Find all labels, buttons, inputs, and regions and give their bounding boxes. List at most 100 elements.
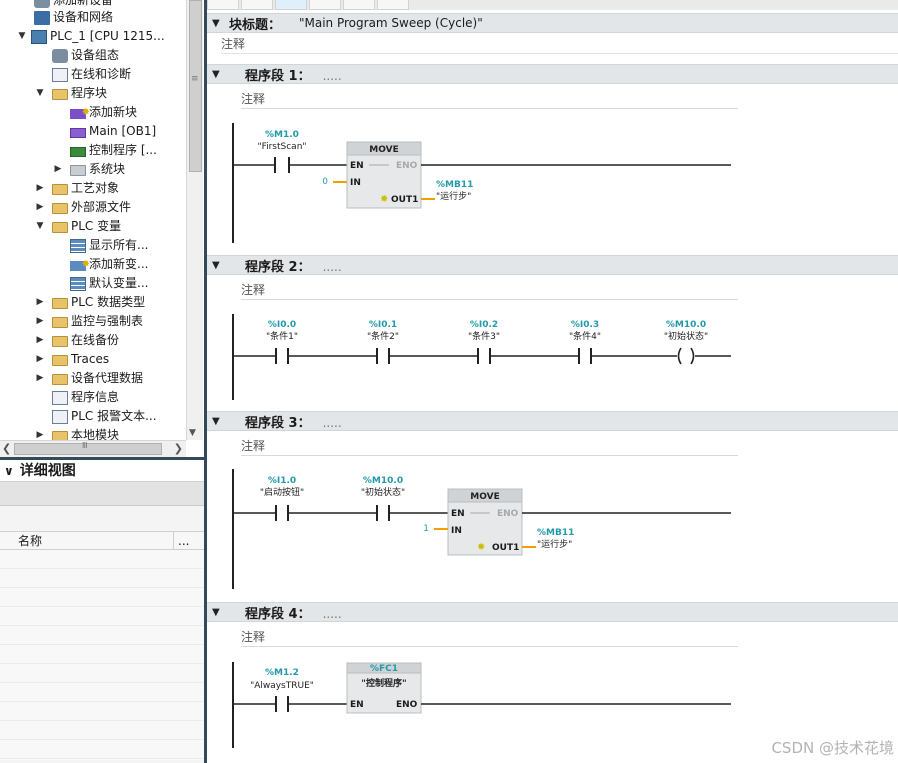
tree-item-program-blocks[interactable]: ▼ 程序块 [34,84,107,103]
out-address[interactable]: %MB11 [436,180,473,190]
contact-address[interactable]: %M10.0 [363,476,403,486]
expand-arrow-icon[interactable]: ▶ [52,160,64,179]
network-3-comment[interactable]: 注释 [241,436,738,456]
tree-vertical-scrollbar[interactable]: ≡ ▼ [186,0,203,440]
tree-horizontal-scrollbar[interactable]: ❮ Ⅲ ❯ [0,440,186,457]
expand-arrow-icon[interactable]: ▶ [34,312,46,331]
tree-item-online-diag[interactable]: 在线和诊断 [52,65,131,84]
tree-item-watch-force-tables[interactable]: ▶ 监控与强制表 [34,312,143,331]
block-title-bar[interactable]: ▼ 块标题： "Main Program Sweep (Cycle)" [207,13,898,33]
scroll-thumb[interactable] [14,443,162,455]
tree-item-add-tag-table[interactable]: 添加新变... [70,255,148,274]
tree-item-main-ob1[interactable]: Main [OB1] [0,122,187,141]
tag-table-icon [70,276,86,291]
tree-item-program-info[interactable]: 程序信息 [52,388,119,407]
tree-item-label: Main [OB1] [89,124,157,138]
in-value[interactable]: 1 [423,524,429,534]
collapse-arrow-icon[interactable]: ▼ [212,607,220,618]
contact-symbol[interactable]: "FirstScan" [257,142,306,152]
collapse-arrow-icon[interactable]: ∨ [4,461,14,481]
contact-symbol[interactable]: "启动按钮" [260,486,304,498]
network-4-header[interactable]: ▼ 程序段 4：..... [207,602,898,622]
tree-item-device-config[interactable]: 设备组态 [52,46,119,65]
tree-item-plc-data-types[interactable]: ▶ PLC 数据类型 [34,293,146,312]
collapse-arrow-icon[interactable]: ▼ [212,416,220,427]
collapse-arrow-icon[interactable]: ▼ [212,260,220,271]
tree-item-external-sources[interactable]: ▶ 外部源文件 [34,198,131,217]
tree-item-default-tag-table[interactable]: 默认变量... [70,274,148,293]
tree-item-online-backups[interactable]: ▶ 在线备份 [34,331,119,350]
network-2-header[interactable]: ▼ 程序段 2：..... [207,255,898,275]
network-4-comment[interactable]: 注释 [241,627,738,647]
call-name[interactable]: "控制程序" [361,677,406,689]
contact-address[interactable]: %M1.0 [265,130,299,140]
toolbar-button[interactable] [309,0,341,10]
tree-item-add-block[interactable]: 添加新块 [70,103,137,122]
collapse-arrow-icon[interactable]: ▼ [212,18,220,29]
network-1-comment[interactable]: 注释 [241,89,738,109]
tree-item-devices-networks[interactable]: 设备和网络 [34,8,113,27]
expand-arrow-icon[interactable]: ▶ [34,369,46,388]
contact-address[interactable]: %I0.1 [369,320,397,330]
scroll-thumb[interactable] [189,0,202,172]
add-block-icon [70,103,90,122]
tree-item-traces[interactable]: ▶ Traces [34,350,110,369]
contact-symbol[interactable]: "AlwaysTRUE" [250,681,314,691]
tree-item-alarm-texts[interactable]: PLC 报警文本... [52,407,157,426]
contact-address[interactable]: %I0.0 [268,320,296,330]
tree-item-control-program[interactable]: 控制程序 [... [70,141,157,160]
expand-arrow-icon[interactable]: ▶ [34,331,46,350]
toolbar-button[interactable] [343,0,375,10]
detail-view-header[interactable]: ∨ 详细视图 [0,460,204,482]
toolbar-button[interactable] [377,0,409,10]
out-symbol[interactable]: "运行步" [436,190,471,202]
tree-item-plc-tags[interactable]: ▼ PLC 变量 [34,217,122,236]
block-comment[interactable]: 注释 [221,34,898,54]
tree-item-plc1[interactable]: ▼ PLC_1 [CPU 1215... [16,27,165,46]
toolbar-button[interactable] [241,0,273,10]
tree-item-system-blocks[interactable]: ▶ 系统块 [52,160,125,179]
collapse-arrow-icon[interactable]: ▼ [212,69,220,80]
collapse-arrow-icon[interactable]: ▼ [16,27,28,46]
in-value[interactable]: 0 [322,177,328,187]
tree-item-technology-objects[interactable]: ▶ 工艺对象 [34,179,119,198]
contact-symbol[interactable]: "初始状态" [361,486,405,498]
toolbar-button[interactable] [207,0,239,10]
network-2-comment[interactable]: 注释 [241,280,738,300]
tree-item-show-all-tags[interactable]: 显示所有... [70,236,148,255]
contact-address[interactable]: %M1.2 [265,668,299,678]
block-title-value[interactable]: "Main Program Sweep (Cycle)" [299,16,483,30]
network-1-header[interactable]: ▼ 程序段 1：..... [207,64,898,84]
toolbar-button[interactable] [275,0,307,10]
scroll-left-icon[interactable]: ❮ [2,442,11,455]
system-block-icon [70,164,86,176]
out-symbol[interactable]: "运行步" [537,538,572,550]
collapse-arrow-icon[interactable]: ▼ [34,217,46,236]
device-config-icon [52,48,68,63]
scroll-right-icon[interactable]: ❯ [174,442,183,455]
tree-item-proxy-data[interactable]: ▶ 设备代理数据 [34,369,143,388]
expand-arrow-icon[interactable]: ▶ [34,179,46,198]
column-name-header[interactable]: 名称 [18,532,42,550]
tree-item-label: PLC 报警文本... [71,409,157,423]
project-tree: 添加新设备 设备和网络 ▼ PLC_1 [CPU 1215... 设备组态 在线和… [0,0,204,459]
contact-symbol[interactable]: "条件2" [367,330,399,342]
call-address[interactable]: %FC1 [370,664,398,674]
contact-symbol[interactable]: "条件1" [266,330,298,342]
contact-address[interactable]: %I1.0 [268,476,296,486]
expand-arrow-icon[interactable]: ▶ [34,350,46,369]
out-address[interactable]: %MB11 [537,528,574,538]
contact-address[interactable]: %I0.2 [470,320,498,330]
alarm-text-icon [52,409,68,424]
expand-arrow-icon[interactable]: ▶ [34,293,46,312]
contact-symbol[interactable]: "条件3" [468,330,500,342]
contact-symbol[interactable]: "条件4" [569,330,601,342]
column-more-header[interactable]: ... [173,532,204,550]
contact-address[interactable]: %I0.3 [571,320,599,330]
coil-address[interactable]: %M10.0 [666,320,706,330]
scroll-down-icon[interactable]: ▼ [189,428,196,438]
network-3-header[interactable]: ▼ 程序段 3：..... [207,411,898,431]
collapse-arrow-icon[interactable]: ▼ [34,84,46,103]
coil-symbol[interactable]: "初始状态" [664,330,708,342]
expand-arrow-icon[interactable]: ▶ [34,198,46,217]
